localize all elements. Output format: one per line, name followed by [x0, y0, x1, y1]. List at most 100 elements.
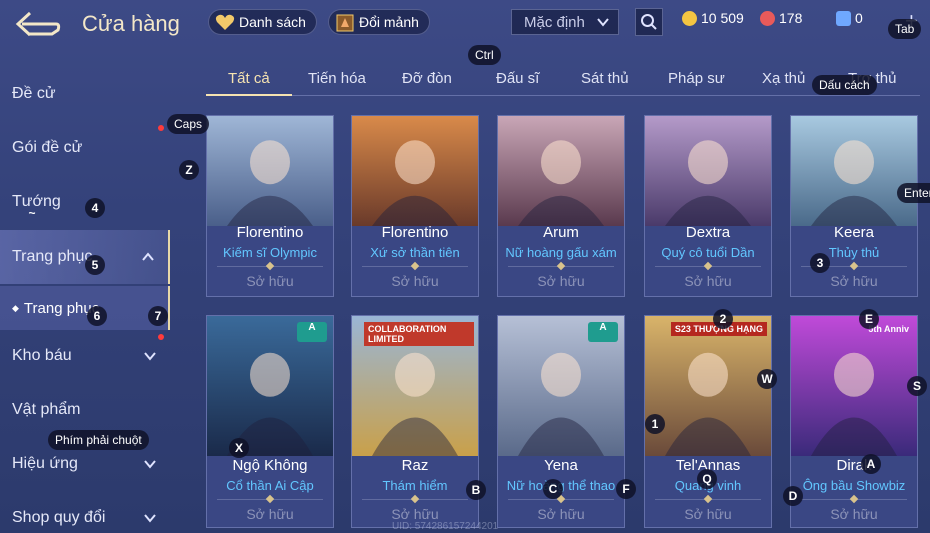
skin-name: Xứ sở thần tiên — [370, 245, 460, 260]
owned-status: Sở hữu — [684, 273, 732, 289]
back-arrow-icon — [15, 11, 61, 37]
owned-status: Sở hữu — [830, 506, 878, 522]
tab-evolution[interactable]: Tiến hóa — [308, 70, 366, 87]
chevron-down-icon — [597, 18, 609, 27]
uid-text: UID: 574286157244201 — [392, 521, 499, 532]
skin-artwork — [207, 116, 333, 226]
gold-value: 10 509 — [701, 10, 744, 26]
hero-name: Arum — [543, 224, 579, 241]
key-hint-b: B — [466, 480, 486, 500]
limited-badge: A — [297, 322, 327, 342]
list-button[interactable]: Danh sách — [208, 9, 317, 35]
sidebar-item-skins[interactable]: Trang phục — [0, 230, 170, 284]
skin-card[interactable]: COLLABORATION LIMITED Raz Thám hiểm Sở hữu — [351, 315, 479, 528]
sidebar-item-label: Shop quy đổi — [12, 509, 106, 526]
chevron-down-icon — [144, 352, 156, 361]
skin-card[interactable]: Florentino Xứ sở thần tiên Sở hữu — [351, 115, 479, 297]
sidebar-item-treasure[interactable]: Kho báu — [0, 329, 170, 383]
tab-assassin[interactable]: Sát thủ — [581, 70, 629, 87]
skin-name: Kiếm sĩ Olympic — [223, 245, 317, 260]
hero-name: Keera — [833, 224, 875, 241]
sidebar-item-items[interactable]: Vật phẩm — [0, 383, 170, 437]
key-hint-5: 5 — [85, 255, 105, 275]
skin-artwork — [791, 316, 917, 456]
tab-mage[interactable]: Pháp sư — [668, 70, 725, 87]
sidebar-subitem-skins[interactable]: ◆ Trang phục — [0, 286, 170, 330]
key-hint-tilde: ~ — [28, 206, 36, 220]
sidebar-item-label: Hiệu ứng — [12, 455, 78, 472]
skin-card[interactable]: Keera Thủy thủ Sở hữu — [790, 115, 918, 297]
back-button[interactable] — [12, 10, 62, 38]
key-hint-space: Dấu cách — [812, 75, 877, 95]
hero-name: Ngộ Không — [232, 457, 308, 474]
skin-card[interactable]: AYenaNữ hoàng thể thaoSở hữu — [497, 315, 625, 528]
owned-status: Sở hữu — [537, 506, 585, 522]
sidebar-item-exchange-shop[interactable]: Shop quy đổi — [0, 491, 170, 533]
skin-name: Cổ thần Ai Cập — [226, 478, 314, 493]
chevron-down-icon — [144, 460, 156, 469]
top-bar: Cửa hàng Danh sách Đổi mảnh Mặc định 10 … — [0, 0, 930, 44]
skin-card[interactable]: 5th Anniv Dirak Ông bầu Showbiz Sở hữu — [790, 315, 918, 528]
sidebar-item-label: Trang phục — [12, 248, 93, 265]
skin-name: Thám hiểm — [382, 478, 448, 493]
voucher-value: 0 — [855, 10, 863, 26]
divider-ornament-icon — [703, 261, 713, 271]
key-hint-d: D — [783, 486, 803, 506]
gem-value: 178 — [779, 10, 803, 26]
hero-name: Dextra — [685, 224, 731, 241]
divider-ornament-icon — [410, 494, 420, 504]
sort-value: Mặc định — [524, 13, 585, 31]
skin-card[interactable]: Dextra Quý cô tuổi Dần Sở hữu — [644, 115, 772, 297]
key-hint-3: 3 — [810, 253, 830, 273]
chevron-down-icon — [144, 514, 156, 523]
sidebar-item-featured-packs[interactable]: Gói đề cử — [0, 121, 170, 175]
sidebar-item-label: Đề cử — [12, 85, 56, 102]
skin-card[interactable]: Arum Nữ hoàng gấu xám Sở hữu — [497, 115, 625, 297]
gold-coin-icon — [682, 10, 697, 26]
sidebar-item-label: Kho báu — [12, 347, 72, 364]
tab-fighter[interactable]: Đấu sĩ — [496, 70, 539, 87]
key-hint-a: A — [861, 454, 881, 474]
owned-status: Sở hữu — [684, 506, 732, 522]
owned-status: Sở hữu — [391, 273, 439, 289]
owned-status: Sở hữu — [537, 273, 585, 289]
tab-tank[interactable]: Đỡ đòn — [402, 70, 452, 87]
skin-name: Nữ hoàng gấu xám — [505, 245, 617, 260]
sidebar: Đề cử Gói đề cử Tướng Trang phục ◆ Trang… — [0, 65, 172, 533]
gem-icon — [760, 10, 775, 26]
hero-name: Dirak — [836, 457, 872, 474]
page-title: Cửa hàng — [82, 11, 180, 36]
key-hint-caps: Caps — [167, 114, 210, 134]
sidebar-item-label: Gói đề cử — [12, 139, 83, 156]
tab-marksman[interactable]: Xạ thủ — [762, 70, 805, 87]
hero-name: Florentino — [381, 224, 449, 241]
gold-counter: 10 509 — [682, 10, 744, 26]
list-label: Danh sách — [239, 14, 306, 30]
sort-select[interactable]: Mặc định — [511, 9, 619, 35]
divider-ornament-icon — [265, 494, 275, 504]
key-hint-w: W — [757, 369, 777, 389]
tab-all[interactable]: Tất cả — [228, 70, 270, 87]
key-hint-2: 2 — [713, 309, 733, 329]
key-hint-c: C — [543, 479, 563, 499]
divider-ornament-icon — [849, 494, 859, 504]
skin-card[interactable]: Florentino Kiếm sĩ Olympic Sở hữu — [206, 115, 334, 297]
hero-name: Florentino — [236, 224, 304, 241]
heart-icon — [215, 13, 235, 31]
key-hint-1: 1 — [645, 414, 665, 434]
skin-name: Thủy thủ — [828, 245, 880, 260]
exchange-button[interactable]: Đổi mảnh — [328, 9, 430, 35]
key-hint-x: X — [229, 438, 249, 458]
exchange-label: Đổi mảnh — [359, 14, 419, 30]
search-button[interactable] — [635, 8, 663, 36]
key-hint-4: 4 — [85, 198, 105, 218]
skin-artwork — [498, 116, 624, 226]
skin-artwork — [352, 116, 478, 226]
key-hint-tab: Tab — [888, 19, 922, 39]
sidebar-item-featured[interactable]: Đề cử — [0, 67, 170, 121]
divider-ornament-icon — [556, 261, 566, 271]
skin-card[interactable]: A Ngộ Không Cổ thần Ai Cập Sở hữu — [206, 315, 334, 528]
active-tab-indicator — [206, 94, 292, 96]
divider-ornament-icon — [410, 261, 420, 271]
key-hint-7: 7 — [148, 306, 168, 326]
